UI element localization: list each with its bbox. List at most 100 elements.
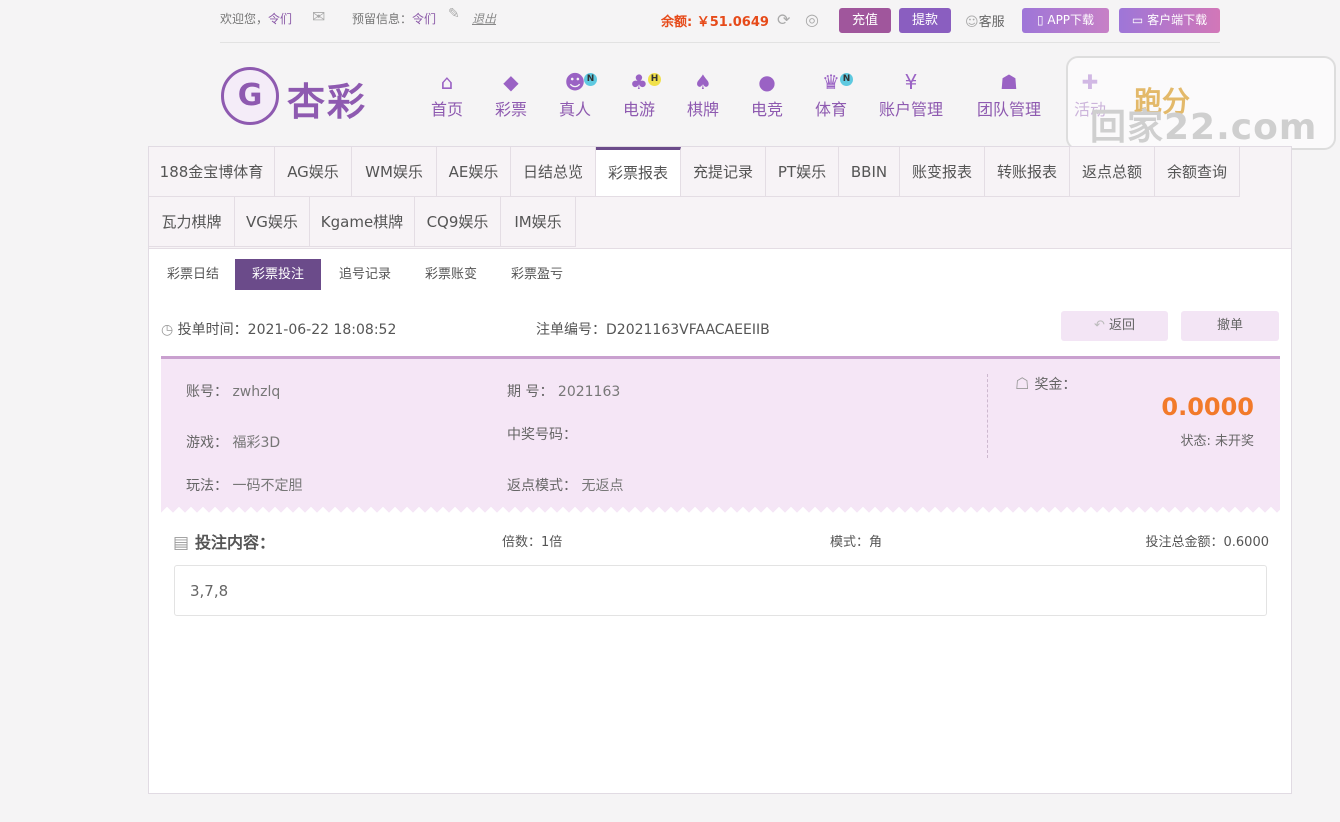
tab-ag[interactable]: AG娱乐 bbox=[275, 147, 352, 197]
cards-icon: ♠ bbox=[694, 70, 712, 94]
new-badge: N bbox=[584, 73, 597, 86]
order-id: 注单编号：D2021163VFAACAEEIIB bbox=[536, 319, 770, 339]
customer-service-link[interactable]: ☺客服 bbox=[965, 11, 1005, 30]
time-value: 2021-06-22 18:08:52 bbox=[247, 322, 397, 338]
logo-mark: G bbox=[221, 67, 279, 125]
nav-sports[interactable]: ♛ N 体育 bbox=[810, 70, 853, 120]
nav-label: 电竞 bbox=[750, 100, 783, 119]
balance-label: 余额: bbox=[661, 15, 693, 30]
order-details: 账号： zwhzlq 期 号： 2021163 游戏： 福彩3D 中奖号码： 玩… bbox=[161, 356, 1280, 513]
bet-mode: 模式：角 bbox=[830, 535, 883, 550]
issue-value: 2021163 bbox=[557, 384, 621, 400]
nav-account[interactable]: ¥ 账户管理 bbox=[876, 70, 946, 120]
account-row: 账号： zwhzlq bbox=[186, 381, 280, 401]
back-button[interactable]: ↶ 返回 bbox=[1061, 311, 1168, 341]
tab-rebate-total[interactable]: 返点总额 bbox=[1070, 147, 1155, 197]
new-badge: N bbox=[840, 73, 853, 86]
winning-number-row: 中奖号码： bbox=[507, 424, 577, 444]
bet-content-box: 3,7,8 bbox=[174, 565, 1267, 616]
app-download-button[interactable]: ▯ APP下载 bbox=[1022, 8, 1109, 33]
play-label: 玩法： bbox=[186, 478, 228, 494]
nav-live[interactable]: ☻ N 真人 bbox=[554, 70, 597, 120]
prize-row: ☖ 奖金： bbox=[1015, 374, 1076, 394]
hide-eye-icon[interactable]: ◎ bbox=[805, 10, 819, 29]
service-label: 客服 bbox=[978, 15, 1005, 30]
joystick-icon: ● bbox=[758, 70, 776, 94]
logout-link[interactable]: 退出 bbox=[472, 10, 496, 27]
tab-wm[interactable]: WM娱乐 bbox=[352, 147, 437, 197]
back-label: 返回 bbox=[1109, 318, 1136, 333]
balance-value: ￥51.0649 bbox=[696, 15, 769, 30]
nav-label: 首页 bbox=[430, 100, 463, 119]
nav-team[interactable]: ☗ 团队管理 bbox=[974, 70, 1044, 120]
nav-slots[interactable]: ♣ H 电游 bbox=[618, 70, 661, 120]
subnav-lottery-daily[interactable]: 彩票日结 bbox=[157, 259, 229, 290]
team-icon: ☗ bbox=[1000, 70, 1018, 94]
client-download-label: 客户端下载 bbox=[1147, 13, 1208, 27]
headset-icon: ☺ bbox=[965, 15, 979, 30]
withdraw-button[interactable]: 提款 bbox=[899, 8, 951, 33]
issue-row: 期 号： 2021163 bbox=[507, 381, 620, 401]
mail-icon[interactable]: ✉ bbox=[312, 7, 325, 26]
play-value: 一码不定胆 bbox=[232, 478, 303, 494]
rebate-label: 返点模式： bbox=[507, 478, 577, 494]
recharge-button[interactable]: 充值 bbox=[839, 8, 891, 33]
edit-icon[interactable]: ✎ bbox=[448, 6, 460, 22]
tab-kgame[interactable]: Kgame棋牌 bbox=[310, 197, 415, 247]
tab-vg[interactable]: VG娱乐 bbox=[235, 197, 310, 247]
phone-icon: ▯ bbox=[1036, 13, 1048, 27]
watermark: 跑分 回家22.com bbox=[1066, 56, 1336, 150]
app-download-label: APP下载 bbox=[1047, 13, 1095, 27]
nav-home[interactable]: ⌂ 首页 bbox=[426, 70, 468, 120]
game-value: 福彩3D bbox=[232, 435, 281, 451]
tab-wali-cards[interactable]: 瓦力棋牌 bbox=[149, 197, 235, 247]
rebate-row: 返点模式： 无返点 bbox=[507, 475, 623, 495]
nav-label: 账户管理 bbox=[878, 100, 943, 119]
prize-status: 状态: 未开奖 bbox=[1180, 434, 1254, 449]
order-time: ◷ 投单时间：2021-06-22 18:08:52 bbox=[161, 319, 396, 339]
winning-label: 中奖号码： bbox=[507, 427, 577, 443]
reserve-info: 预留信息：令们 bbox=[352, 10, 436, 27]
reserve-value: 令们 bbox=[412, 12, 437, 26]
subnav-lottery-bets[interactable]: 彩票投注 bbox=[235, 259, 321, 290]
tab-deposit-withdraw[interactable]: 充提记录 bbox=[681, 147, 766, 197]
ticket-icon: ◆ bbox=[503, 70, 519, 94]
client-download-button[interactable]: ▭ 客户端下载 bbox=[1119, 8, 1220, 33]
back-arrow-icon: ↶ bbox=[1093, 318, 1109, 333]
tab-lottery-report[interactable]: 彩票报表 bbox=[596, 147, 681, 197]
subnav-chase-records[interactable]: 追号记录 bbox=[329, 259, 401, 290]
tab-balance-change[interactable]: 账变报表 bbox=[900, 147, 985, 197]
bet-content-heading: ▤ 投注内容： bbox=[173, 529, 275, 553]
tab-transfer-report[interactable]: 转账报表 bbox=[985, 147, 1070, 197]
username: 令们 bbox=[268, 12, 293, 26]
subnav-lottery-pnl[interactable]: 彩票盈亏 bbox=[501, 259, 573, 290]
subnav-lottery-ledger[interactable]: 彩票账变 bbox=[415, 259, 487, 290]
tab-im[interactable]: IM娱乐 bbox=[501, 197, 576, 247]
issue-label: 期 号： bbox=[507, 384, 554, 400]
zigzag-edge bbox=[161, 507, 1280, 513]
site-logo[interactable]: G 杏彩 bbox=[221, 67, 365, 125]
tab-ae[interactable]: AE娱乐 bbox=[437, 147, 511, 197]
nav-label: 棋牌 bbox=[686, 100, 719, 119]
refresh-icon[interactable]: ⟳ bbox=[777, 10, 790, 29]
tab-pt[interactable]: PT娱乐 bbox=[766, 147, 839, 197]
report-tabs: 188金宝博体育 AG娱乐 WM娱乐 AE娱乐 日结总览 彩票报表 充提记录 P… bbox=[149, 147, 1291, 249]
nav-label: 电游 bbox=[622, 100, 655, 119]
receipt-icon: ▤ bbox=[173, 533, 195, 553]
account-value: zwhzlq bbox=[232, 384, 281, 400]
tab-188-sports[interactable]: 188金宝博体育 bbox=[149, 147, 275, 197]
nav-cards[interactable]: ♠ 棋牌 bbox=[682, 70, 724, 120]
cancel-order-button[interactable]: 撤单 bbox=[1181, 311, 1279, 341]
nav-esports[interactable]: ● 电竞 bbox=[746, 70, 788, 120]
nav-lottery[interactable]: ◆ 彩票 bbox=[490, 70, 532, 120]
reserve-label: 预留信息： bbox=[352, 12, 413, 26]
tab-daily-overview[interactable]: 日结总览 bbox=[511, 147, 596, 197]
tab-cq9[interactable]: CQ9娱乐 bbox=[415, 197, 501, 247]
watermark-text: 回家22.com bbox=[1090, 107, 1318, 148]
logo-name: 杏彩 bbox=[287, 80, 368, 124]
report-panel: 188金宝博体育 AG娱乐 WM娱乐 AE娱乐 日结总览 彩票报表 充提记录 P… bbox=[148, 146, 1292, 794]
welcome-text: 欢迎您，令们 bbox=[220, 10, 292, 27]
tab-bbin[interactable]: BBIN bbox=[839, 147, 900, 197]
tab-balance-query[interactable]: 余额查询 bbox=[1155, 147, 1240, 197]
account-label: 账号： bbox=[186, 384, 228, 400]
